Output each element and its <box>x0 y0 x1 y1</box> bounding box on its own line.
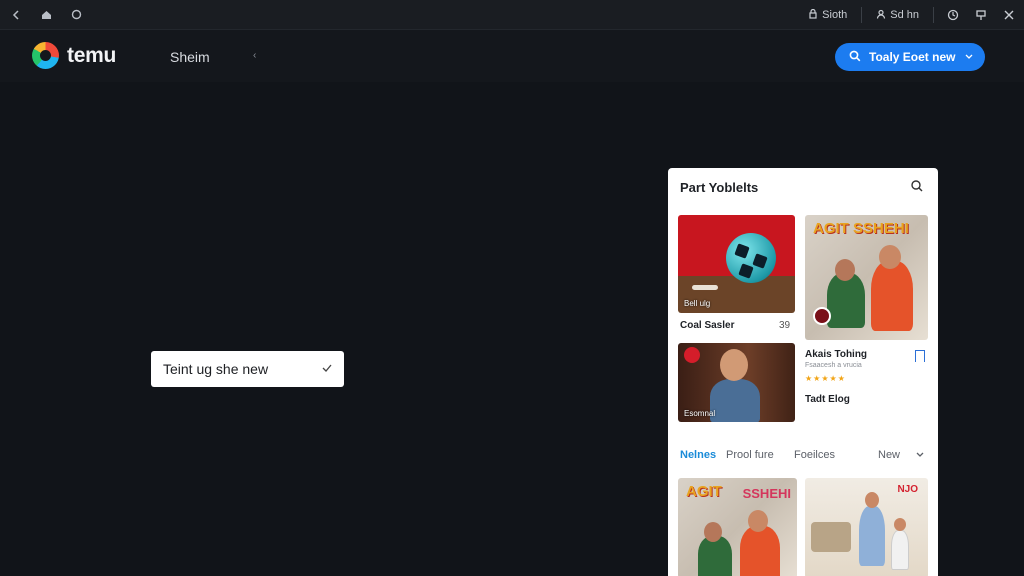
image-badge: NJO <box>897 484 918 495</box>
decor <box>835 259 855 281</box>
divider <box>933 7 934 23</box>
check-icon <box>322 363 332 375</box>
product-image-party-2[interactable]: AGIT SSHEHI <box>678 478 797 576</box>
decor <box>879 245 901 269</box>
badge-icon <box>813 307 831 325</box>
browser-search-label: Sioth <box>822 9 848 21</box>
ball-graphic <box>726 233 776 283</box>
person-graphic <box>891 530 909 570</box>
logo-icon <box>32 42 59 69</box>
primary-cta-button[interactable]: Toaly Eoet new <box>835 43 985 71</box>
decor <box>748 510 768 532</box>
pin-icon[interactable] <box>972 6 990 24</box>
decor <box>704 522 722 542</box>
badge-icon <box>684 347 700 363</box>
product-image-family[interactable]: NJO <box>805 478 928 576</box>
extensions-icon[interactable] <box>944 6 962 24</box>
image-label: Esomnal <box>684 409 716 418</box>
logo-text: temu <box>67 43 116 67</box>
person-graphic <box>827 273 865 328</box>
dropdown-value: Teint ug she new <box>163 361 269 377</box>
person-graphic <box>740 526 780 576</box>
sofa-graphic <box>811 522 851 552</box>
product-panel: Part Yoblelts Bell ulg Coal Sasler 39 AG… <box>668 168 938 576</box>
decor <box>865 492 879 508</box>
image-title: AGIT <box>686 483 722 500</box>
chevron-down-icon[interactable] <box>916 450 924 460</box>
divider <box>861 7 863 23</box>
nav-link[interactable]: Sheim <box>170 49 210 65</box>
product-caption[interactable]: Coal Sasler <box>680 320 734 331</box>
person-graphic <box>859 506 885 566</box>
product-count: 39 <box>779 320 791 331</box>
person-graphic <box>698 536 732 576</box>
product-image-party[interactable]: AGIT SSHEHI <box>805 215 928 340</box>
browser-profile-label: Sd hn <box>890 9 919 21</box>
tab-foeilces[interactable]: Foeilces <box>794 449 835 461</box>
image-label: Bell ulg <box>684 299 711 308</box>
option-dropdown[interactable]: Teint ug she new <box>151 351 344 387</box>
tab-new[interactable]: New <box>878 449 900 461</box>
logo[interactable]: temu <box>32 42 116 69</box>
search-icon[interactable] <box>910 179 926 195</box>
filter-tabs: Nelnes Prool fure Foeilces New <box>668 444 938 468</box>
bookmark-icon[interactable] <box>915 350 925 362</box>
person-graphic <box>871 261 913 331</box>
cta-label: Toaly Eoet new <box>869 50 956 64</box>
lock-icon <box>808 8 818 22</box>
decor <box>894 518 906 531</box>
app-header: temu Sheim ‹ Toaly Eoet new <box>0 30 1024 82</box>
chevron-down-icon <box>965 52 973 62</box>
search-icon <box>849 50 861 65</box>
back-icon[interactable] <box>8 7 24 23</box>
decor <box>720 349 748 381</box>
product-caption[interactable]: Tadt Elog <box>805 394 850 405</box>
rating-stars: ★★★★★ <box>805 374 846 383</box>
home-icon[interactable] <box>38 7 54 23</box>
refresh-icon[interactable] <box>68 7 84 23</box>
product-subcaption: Fsaacesh a vrucia <box>805 362 862 369</box>
tab-prool-fure[interactable]: Prool fure <box>726 449 774 461</box>
product-image-ball[interactable]: Bell ulg <box>678 215 795 313</box>
panel-title: Part Yoblelts <box>680 180 759 195</box>
browser-search-item[interactable]: Sioth <box>804 4 851 26</box>
browser-profile-item[interactable]: Sd hn <box>872 4 923 26</box>
product-caption[interactable]: Akais Tohing <box>805 349 867 360</box>
close-icon[interactable] <box>1000 6 1018 24</box>
image-title: SSHEHI <box>742 486 791 501</box>
browser-toolbar: Sioth Sd hn <box>0 0 1024 30</box>
product-image-man[interactable]: Esomnal <box>678 343 795 422</box>
user-icon <box>876 9 886 22</box>
chevron-icon: ‹ <box>253 50 257 61</box>
image-title: AGIT SSHEHI <box>813 220 909 237</box>
person-graphic <box>710 379 760 422</box>
tab-nelnes[interactable]: Nelnes <box>680 449 716 461</box>
decor <box>692 285 718 290</box>
